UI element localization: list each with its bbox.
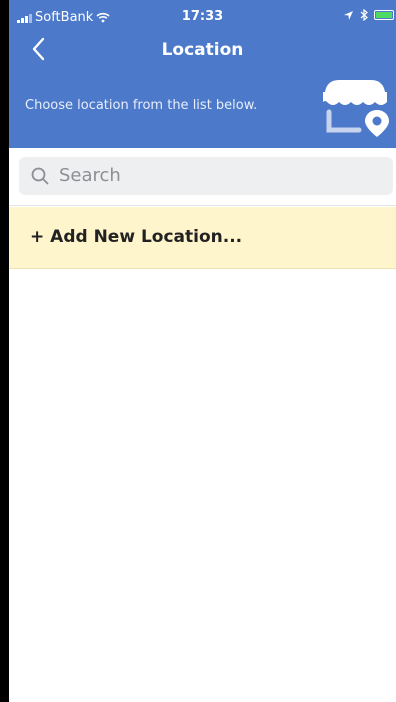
divider <box>9 205 396 206</box>
header: SoftBank 17:33 Location Choose location … <box>9 0 396 148</box>
status-time: 17:33 <box>181 9 224 24</box>
store-location-icon <box>323 80 389 137</box>
location-arrow-icon <box>344 10 353 20</box>
add-new-location-row[interactable]: + Add New Location... <box>9 207 396 269</box>
status-right <box>343 9 394 21</box>
status-bar: SoftBank 17:33 <box>9 0 396 30</box>
left-edge <box>0 0 9 702</box>
search-input[interactable]: Search <box>19 157 393 195</box>
search-placeholder: Search <box>59 165 121 186</box>
page-title: Location <box>161 40 244 60</box>
page-subtitle: Choose location from the list below. <box>25 98 258 113</box>
app-frame: SoftBank 17:33 Location Choose location … <box>9 0 396 702</box>
add-new-location-label: + Add New Location... <box>30 227 243 247</box>
bluetooth-icon <box>360 9 368 21</box>
search-icon <box>31 167 49 185</box>
battery-icon <box>374 10 394 20</box>
